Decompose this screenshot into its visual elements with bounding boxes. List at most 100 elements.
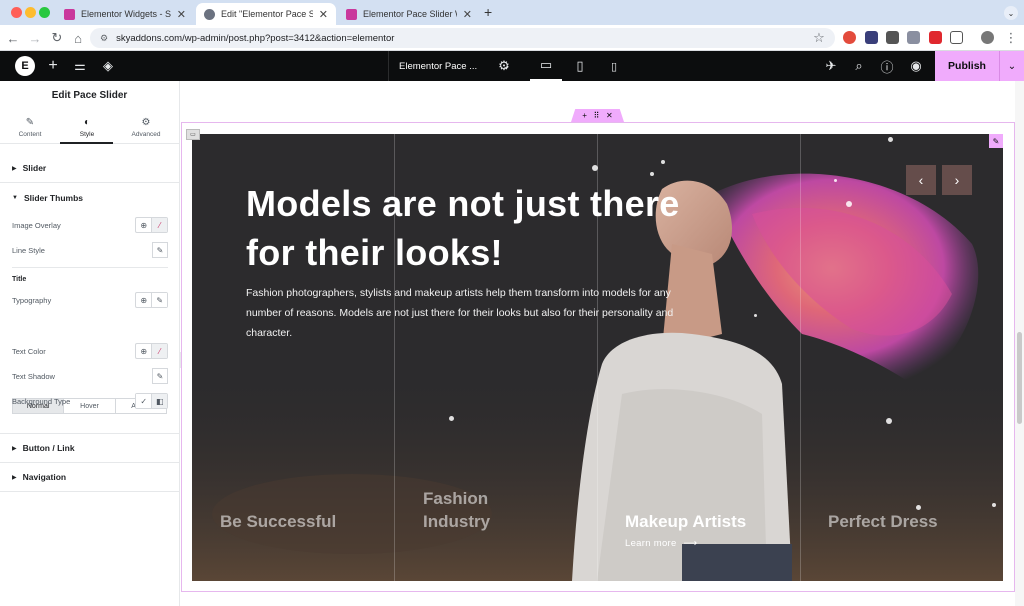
mobile-view-icon[interactable]: ▯ <box>604 51 624 81</box>
caret-down-icon: ▼ <box>12 194 18 201</box>
profile-avatar-icon[interactable] <box>981 31 994 44</box>
caret-right-icon: ▶ <box>12 474 17 481</box>
help-icon[interactable]: ⓘ <box>877 51 897 81</box>
sparkle-dot <box>592 165 598 171</box>
slider-thumb-title[interactable]: Be Successful <box>220 510 390 533</box>
extensions-puzzle-icon[interactable] <box>950 31 963 44</box>
publish-button[interactable]: Publish <box>935 51 999 81</box>
prev-arrow-button[interactable]: ‹ <box>906 165 936 195</box>
forward-icon[interactable]: → <box>26 29 44 47</box>
divider <box>12 267 168 268</box>
sparkle-dot <box>661 160 665 164</box>
extension-gray-icon[interactable] <box>886 31 899 44</box>
container-handle-icon[interactable]: ▭ <box>186 129 200 140</box>
scrollbar-thumb[interactable] <box>1017 332 1022 424</box>
slider-thumb-title[interactable]: Fashion Industry <box>423 487 513 533</box>
brush-icon[interactable]: ✓ <box>136 394 152 408</box>
favicon-icon <box>64 8 75 20</box>
desktop-view-icon[interactable]: ▭ <box>530 51 562 81</box>
pencil-icon[interactable]: ✎ <box>151 293 167 307</box>
title-heading: Title <box>12 276 27 283</box>
search-icon[interactable]: ⌕ <box>849 51 869 81</box>
section-title: Slider Thumbs <box>23 192 83 203</box>
reload-icon[interactable]: ↻ <box>48 29 66 47</box>
section-title: Navigation <box>22 472 67 482</box>
section-button-link[interactable]: ▶ Button / Link <box>0 434 180 463</box>
extension-shield-icon[interactable] <box>865 31 878 44</box>
elementor-logo-icon[interactable]: E <box>14 51 36 81</box>
tab-style[interactable]: ◐ Style <box>57 111 117 144</box>
close-tab-icon[interactable]: ✕ <box>177 8 186 21</box>
section-slider[interactable]: ▶ Slider <box>0 154 180 183</box>
extension-chrome-icon[interactable] <box>843 31 856 44</box>
tablet-view-icon[interactable]: ▯ <box>570 51 590 81</box>
sparkle-dot <box>449 416 454 421</box>
new-tab-icon[interactable]: + <box>484 4 492 20</box>
drag-handle-icon[interactable]: ⠿ <box>594 111 600 120</box>
caret-right-icon: ▶ <box>12 165 17 172</box>
add-element-icon[interactable]: + <box>44 51 62 81</box>
site-settings-sliders-icon[interactable]: ⚌ <box>70 51 90 81</box>
typography-control[interactable]: ⊕ ✎ <box>135 292 168 308</box>
text-color-label: Text Color <box>12 347 46 356</box>
extension-translate-icon[interactable] <box>907 31 920 44</box>
clear-color-icon[interactable]: ⁄ <box>151 218 167 232</box>
caret-right-icon: ▶ <box>12 445 17 452</box>
background-type-control[interactable]: ✓ ◧ <box>135 393 168 409</box>
edit-widget-icon[interactable]: ✎ <box>989 134 1003 148</box>
close-tab-icon[interactable]: ✕ <box>463 8 472 21</box>
slide-divider <box>800 134 801 581</box>
slider-thumb-title-active[interactable]: Makeup Artists <box>625 510 795 533</box>
site-settings-icon[interactable]: ⚙ <box>100 33 108 44</box>
browser-tab-3[interactable]: Elementor Pace Slider Widget ✕ <box>338 3 480 25</box>
tab-advanced[interactable]: ⚙ Advanced <box>116 111 176 144</box>
tab-search-icon[interactable]: ⌄ <box>1004 6 1018 20</box>
globe-icon[interactable]: ⊕ <box>136 218 151 232</box>
state-tab-hover[interactable]: Hover <box>63 399 114 413</box>
maximize-window-dot[interactable] <box>39 7 50 18</box>
notifications-megaphone-icon[interactable]: ✈ <box>821 51 841 81</box>
globe-icon[interactable]: ⊕ <box>136 344 151 358</box>
next-arrow-button[interactable]: › <box>942 165 972 195</box>
pace-slider: Models are not just there for their look… <box>192 134 1003 581</box>
bookmark-star-icon[interactable]: ☆ <box>810 29 828 47</box>
learn-more-link[interactable]: Learn more ⟶ <box>625 538 697 549</box>
address-bar[interactable]: ⚙ skyaddons.com/wp-admin/post.php?post=3… <box>90 28 835 48</box>
preview-eye-icon[interactable]: ◉ <box>906 51 926 81</box>
structure-layers-icon[interactable]: ◈ <box>98 51 118 81</box>
section-navigation[interactable]: ▶ Navigation <box>0 463 180 492</box>
browser-menu-icon[interactable]: ⋮ <box>1002 29 1020 47</box>
delete-section-icon[interactable]: ✕ <box>606 111 613 120</box>
section-slider-thumbs[interactable]: ▼ Slider Thumbs <box>0 183 180 212</box>
slider-thumb-title[interactable]: Perfect Dress <box>828 510 998 533</box>
text-shadow-edit-icon[interactable]: ✎ <box>152 368 168 384</box>
publish-options-chevron-icon[interactable]: ⌄ <box>999 51 1024 81</box>
home-icon[interactable]: ⌂ <box>69 29 87 47</box>
image-overlay-control[interactable]: ⊕ ⁄ <box>135 217 168 233</box>
tab-content[interactable]: ✎ Content <box>0 111 60 144</box>
gear-icon: ⚙ <box>141 117 151 128</box>
chevron-right-icon: › <box>954 172 960 188</box>
page-settings-gear-icon[interactable]: ⚙ <box>494 51 514 81</box>
close-tab-icon[interactable]: ✕ <box>319 8 328 21</box>
gradient-icon[interactable]: ◧ <box>151 394 167 408</box>
line-style-edit-icon[interactable]: ✎ <box>152 242 168 258</box>
globe-icon[interactable]: ⊕ <box>136 293 151 307</box>
slide-headline: Models are not just there for their look… <box>246 183 680 273</box>
minimize-window-dot[interactable] <box>25 7 36 18</box>
sparkle-dot <box>992 503 996 507</box>
sparkle-dot <box>650 172 654 176</box>
image-overlay-label: Image Overlay <box>12 221 61 230</box>
browser-tab-2[interactable]: Edit "Elementor Pace Slider W ✕ <box>196 3 336 25</box>
close-window-dot[interactable] <box>11 7 22 18</box>
extension-red-icon[interactable] <box>929 31 942 44</box>
text-color-control[interactable]: ⊕ ⁄ <box>135 343 168 359</box>
add-section-icon[interactable]: + <box>582 111 587 120</box>
browser-tab-1[interactable]: Elementor Widgets - Sky Add ✕ <box>56 3 194 25</box>
back-icon[interactable]: ← <box>4 29 22 47</box>
tab-title: Edit "Elementor Pace Slider W <box>221 9 313 19</box>
clear-color-icon[interactable]: ⁄ <box>151 344 167 358</box>
text-shadow-label: Text Shadow <box>12 372 55 381</box>
section-handle[interactable]: + ⠿ ✕ <box>571 109 624 122</box>
arrow-right-icon: ⟶ <box>683 538 698 549</box>
